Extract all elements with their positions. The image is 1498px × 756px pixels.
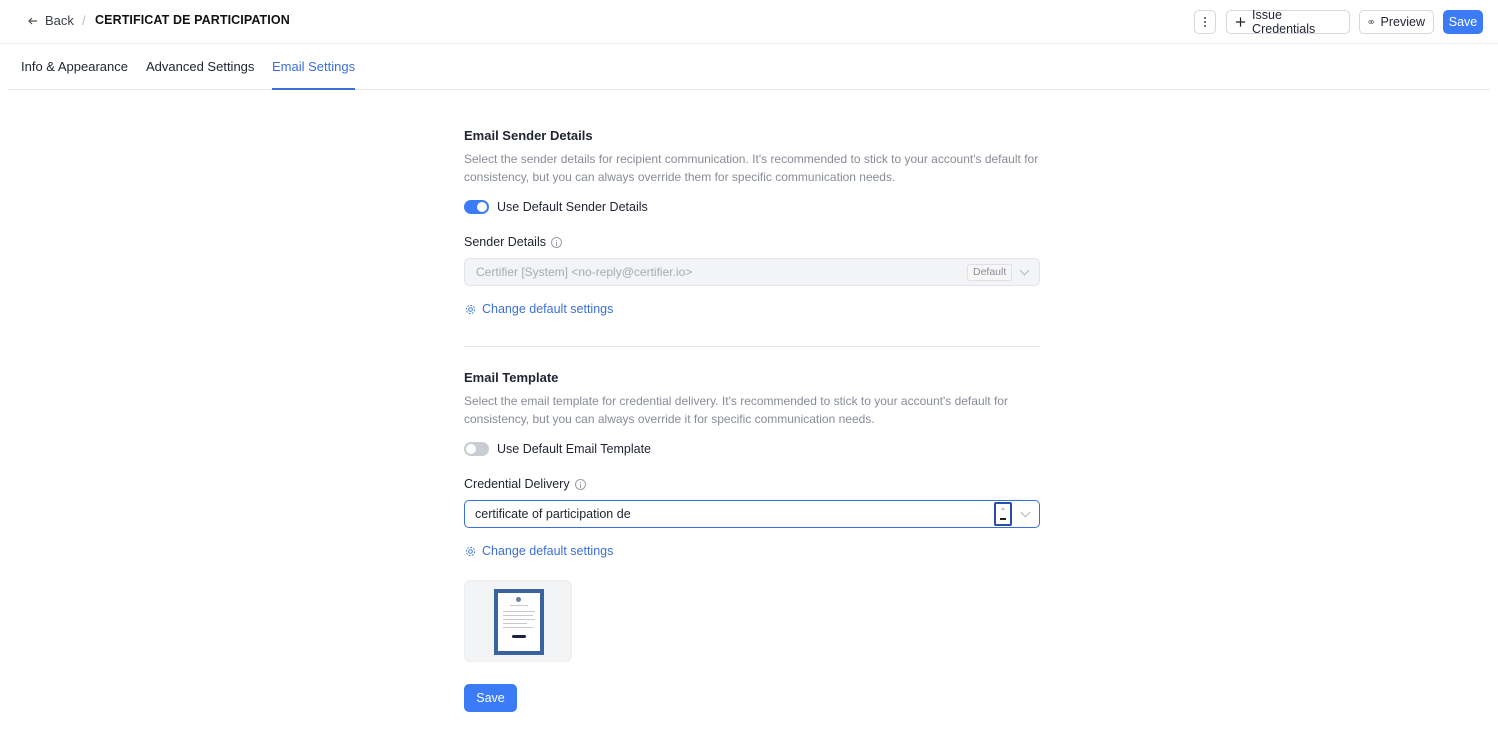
gear-icon bbox=[465, 304, 476, 314]
sender-change-default-label: Change default settings bbox=[482, 302, 614, 316]
scroll-spinner[interactable] bbox=[994, 502, 1012, 526]
default-template-toggle-row: Use Default Email Template bbox=[464, 442, 651, 456]
more-options-button[interactable] bbox=[1194, 10, 1216, 34]
back-label: Back bbox=[45, 13, 74, 28]
chevron-down-icon[interactable] bbox=[1020, 507, 1031, 518]
tab-bar: Info & Appearance Advanced Settings Emai… bbox=[8, 45, 1490, 90]
template-section-description: Select the email template for credential… bbox=[464, 394, 1008, 426]
thumbnail-logo-icon bbox=[516, 597, 521, 602]
credential-delivery-label-text: Credential Delivery bbox=[464, 477, 570, 491]
sender-section-description: Select the sender details for recipient … bbox=[464, 152, 1039, 184]
sender-change-default-link[interactable]: Change default settings bbox=[465, 302, 613, 316]
credential-delivery-value: certificate of participation de bbox=[475, 507, 631, 521]
default-sender-toggle-label: Use Default Sender Details bbox=[497, 200, 648, 214]
section-divider bbox=[464, 346, 1040, 347]
sender-details-label-text: Sender Details bbox=[464, 235, 546, 249]
template-change-default-link[interactable]: Change default settings bbox=[465, 544, 613, 558]
save-button-top[interactable]: Save bbox=[1443, 10, 1483, 34]
default-template-toggle[interactable] bbox=[464, 442, 489, 456]
credential-delivery-label: Credential Delivery bbox=[464, 477, 586, 491]
issue-credentials-button[interactable]: Issue Credentials bbox=[1226, 8, 1350, 36]
breadcrumb-separator: / bbox=[82, 13, 86, 28]
sender-section-title: Email Sender Details bbox=[464, 128, 593, 143]
arrow-left-icon bbox=[28, 17, 37, 24]
template-thumbnail bbox=[494, 589, 544, 655]
sender-details-value: Certifier [System] <no-reply@certifier.i… bbox=[476, 265, 693, 279]
issue-credentials-label: Issue Credentials bbox=[1252, 8, 1316, 36]
gear-icon bbox=[465, 546, 476, 556]
credential-delivery-select[interactable]: certificate of participation de bbox=[464, 500, 1040, 528]
chevron-down-icon bbox=[1019, 265, 1030, 276]
preview-button[interactable]: Preview bbox=[1359, 10, 1434, 34]
info-icon bbox=[551, 236, 562, 248]
default-sender-toggle[interactable] bbox=[464, 200, 489, 214]
sender-details-label: Sender Details bbox=[464, 235, 562, 249]
preview-label: Preview bbox=[1380, 15, 1425, 29]
spinner-up-icon bbox=[1001, 507, 1005, 510]
tab-info-appearance[interactable]: Info & Appearance bbox=[21, 59, 128, 90]
save-button[interactable]: Save bbox=[464, 684, 517, 712]
select-divider bbox=[1011, 264, 1012, 281]
default-template-toggle-label: Use Default Email Template bbox=[497, 442, 652, 456]
page-title: CERTIFICAT DE PARTICIPATION bbox=[95, 13, 290, 27]
eye-icon bbox=[1368, 19, 1375, 25]
template-section-title: Email Template bbox=[464, 370, 559, 385]
plus-icon bbox=[1235, 17, 1246, 27]
spinner-down-icon bbox=[1000, 518, 1006, 520]
email-template-preview[interactable] bbox=[464, 580, 572, 662]
sender-details-select: Certifier [System] <no-reply@certifier.i… bbox=[464, 258, 1040, 286]
default-sender-toggle-row: Use Default Sender Details bbox=[464, 200, 648, 214]
template-change-default-label: Change default settings bbox=[482, 544, 614, 558]
tab-advanced-settings[interactable]: Advanced Settings bbox=[146, 59, 254, 90]
tab-email-settings[interactable]: Email Settings bbox=[272, 59, 356, 90]
info-icon bbox=[574, 478, 586, 490]
back-button[interactable]: Back bbox=[27, 13, 74, 28]
top-bar: Back / CERTIFICAT DE PARTICIPATION Issue… bbox=[0, 0, 1498, 44]
kebab-icon bbox=[1204, 21, 1206, 23]
default-badge: Default bbox=[967, 264, 1013, 281]
